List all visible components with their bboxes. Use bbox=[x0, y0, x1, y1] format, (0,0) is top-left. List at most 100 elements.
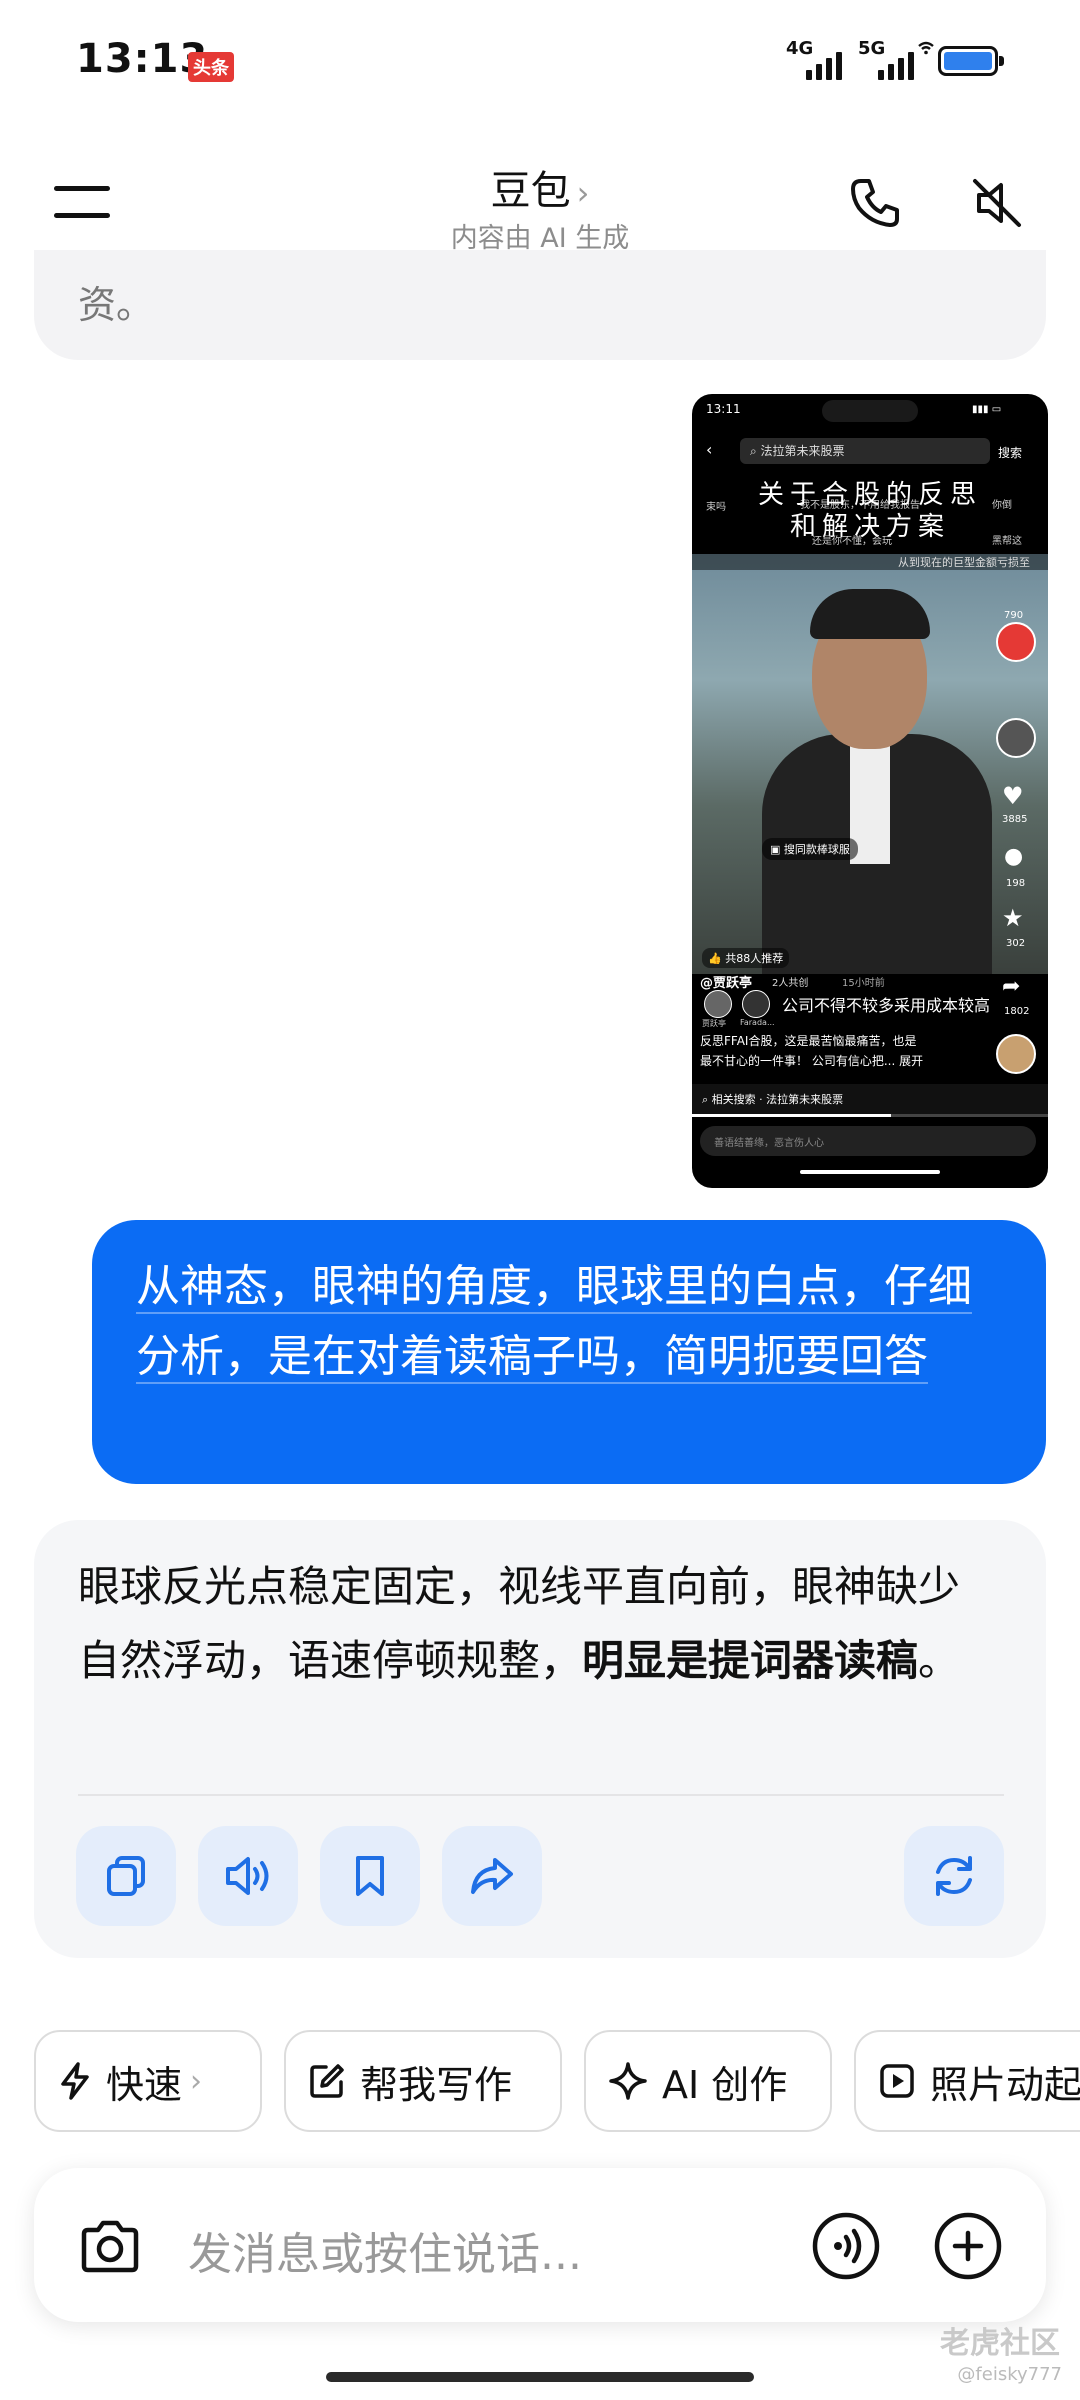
shot-home-indicator bbox=[800, 1170, 940, 1174]
watermark-brand: 老虎社区 bbox=[940, 2326, 1060, 2361]
previous-ai-message-text: 资。 bbox=[78, 283, 155, 327]
wifi-icon bbox=[918, 40, 934, 59]
chip-write[interactable]: 帮我写作 bbox=[284, 2030, 562, 2132]
shot-comment-icon: ● bbox=[1004, 844, 1024, 869]
shot-status-icons: ▮▮▮ ▭ bbox=[972, 404, 1002, 415]
shot-search-button: 搜索 bbox=[998, 446, 1023, 460]
shot-overlay-small-4: 黑帮这 bbox=[992, 536, 1022, 547]
shot-comment-placeholder: 善语结善缘，恶言伤人心 bbox=[714, 1138, 824, 1149]
shot-dynamic-island bbox=[822, 400, 918, 422]
shot-product-tag-text: 搜同款棒球服 bbox=[783, 843, 850, 856]
shot-author: @贾跃亭 bbox=[700, 976, 753, 991]
previous-ai-message bbox=[34, 250, 1046, 360]
attached-screenshot-image[interactable]: 13:11 ▮▮▮ ▭ ‹ ⌕ 法拉第未来股票 搜索 束吗 我不是股东，不用给我… bbox=[692, 394, 1048, 1188]
share-button[interactable] bbox=[442, 1826, 542, 1926]
shot-comments: 198 bbox=[1006, 878, 1026, 889]
shot-caption-sub: 公司不得不较多采用成本较高 bbox=[782, 996, 991, 1015]
shot-search-query: 法拉第未来股票 bbox=[760, 444, 845, 458]
shot-time: 13:11 bbox=[706, 402, 741, 416]
phone-icon bbox=[851, 179, 899, 227]
shot-author-avatar bbox=[996, 718, 1036, 758]
shot-product-tag: ▣ 搜同款棒球服 bbox=[762, 838, 858, 860]
shot-search-box: ⌕ 法拉第未来股票 bbox=[740, 438, 990, 464]
copy-icon bbox=[107, 1856, 145, 1896]
shot-music-disc-icon bbox=[996, 1034, 1036, 1074]
chip-animate-photo[interactable]: 照片动起 bbox=[854, 2030, 1080, 2132]
bookmark-icon bbox=[356, 1856, 384, 1896]
mute-button[interactable] bbox=[962, 168, 1032, 238]
chip-animate-photo-label: 照片动起 bbox=[930, 2062, 1080, 2107]
shot-person-hair bbox=[810, 589, 930, 639]
chip-fast-label: 快速 bbox=[106, 2062, 183, 2107]
signal-5g: 5G bbox=[858, 38, 914, 80]
shot-recommend-text: 共88人推荐 bbox=[725, 952, 784, 965]
chip-ai-create[interactable]: AI 创作 bbox=[584, 2030, 832, 2132]
signal-bars-icon bbox=[878, 52, 914, 80]
home-indicator[interactable] bbox=[326, 2372, 754, 2382]
chip-ai-create-label: AI 创作 bbox=[662, 2062, 788, 2107]
news-badge: 头条 bbox=[188, 52, 234, 82]
shot-time-ago: 15小时前 bbox=[842, 978, 885, 989]
chip-write-label: 帮我写作 bbox=[360, 2062, 513, 2107]
shot-desc-1: 反思FFAI合股，这是最苦恼最痛苦，也是 bbox=[700, 1034, 917, 1048]
shot-likes: 3885 bbox=[1002, 814, 1028, 825]
chat-title-text: 豆包 bbox=[490, 168, 571, 214]
voice-wave-icon bbox=[812, 2212, 880, 2280]
shot-avatar-2 bbox=[742, 990, 770, 1018]
chevron-right-icon: › bbox=[190, 2063, 203, 2099]
camera-icon bbox=[81, 2220, 139, 2273]
read-aloud-button[interactable] bbox=[198, 1826, 298, 1926]
shot-comment-input: 善语结善缘，恶言伤人心 bbox=[700, 1126, 1036, 1156]
ai-reply-bold: 明显是提词器读稿 bbox=[582, 1636, 919, 1685]
copy-button[interactable] bbox=[76, 1826, 176, 1926]
regenerate-button[interactable] bbox=[904, 1826, 1004, 1926]
plus-circle-icon bbox=[934, 2212, 1002, 2280]
user-message-content: 从神态，眼神的角度，眼球里的白点，仔细分析，是在对着读稿子吗，简明扼要回答 bbox=[136, 1261, 972, 1384]
shot-avatar-name-1: 贾跃亭 bbox=[702, 1019, 726, 1028]
shot-star-icon: ★ bbox=[1002, 904, 1024, 932]
shot-back-icon: ‹ bbox=[706, 440, 713, 459]
phone-call-button[interactable] bbox=[840, 168, 910, 238]
shot-gift-icon bbox=[996, 622, 1036, 662]
shot-recommend: 👍 共88人推荐 bbox=[702, 948, 790, 968]
shot-progress-fill bbox=[692, 1114, 892, 1117]
shot-related-search: ⌕ 相关搜索 · 法拉第未来股票 bbox=[692, 1084, 1048, 1114]
ai-reply-divider bbox=[78, 1794, 1004, 1796]
sparkle-icon bbox=[609, 2062, 647, 2100]
shot-like-icon: ♥ bbox=[1002, 782, 1024, 810]
shot-related-search-label: 相关搜索 · 法拉第未来股票 bbox=[711, 1093, 844, 1106]
shot-avatar-1 bbox=[704, 990, 732, 1018]
signal-bars-icon bbox=[806, 52, 842, 80]
camera-button[interactable] bbox=[72, 2208, 148, 2284]
add-attachment-button[interactable] bbox=[930, 2208, 1006, 2284]
ai-reply-end: 。 bbox=[918, 1636, 961, 1685]
bookmark-button[interactable] bbox=[320, 1826, 420, 1926]
shot-avatar-name-2: Farada... bbox=[740, 1018, 775, 1027]
battery-icon bbox=[938, 46, 1004, 76]
shot-shares: 1802 bbox=[1004, 1006, 1030, 1017]
speaker-icon bbox=[226, 1857, 269, 1895]
chip-fast[interactable]: 快速 › bbox=[34, 2030, 262, 2132]
lightning-icon bbox=[61, 2062, 89, 2100]
chevron-right-icon: › bbox=[576, 174, 590, 212]
shot-favorites: 302 bbox=[1006, 938, 1026, 949]
shot-overlay-small-2: 还是你不懂，会玩 bbox=[812, 536, 892, 547]
chat-title[interactable]: 豆包 › bbox=[0, 158, 1080, 216]
shot-coauthor: 2人共创 bbox=[772, 978, 809, 989]
shot-overlay-subtitle: 从到现在的巨型金额亏损至 bbox=[692, 554, 1048, 570]
shot-desc-2: 最不甘心的一件事！ 公司有信心把... 展开 bbox=[700, 1054, 924, 1068]
watermark-user: @feisky777 bbox=[957, 2364, 1062, 2385]
shot-related-search-text: ⌕ 相关搜索 · 法拉第未来股票 bbox=[702, 1093, 844, 1106]
voice-call-button[interactable] bbox=[808, 2208, 884, 2284]
signal-4g: 4G bbox=[786, 38, 842, 80]
shot-gift-count: 790 bbox=[1004, 610, 1024, 621]
message-input[interactable]: 发消息或按住说话... bbox=[188, 2218, 582, 2282]
speaker-muted-icon bbox=[973, 179, 1021, 227]
play-icon bbox=[880, 2064, 914, 2098]
edit-icon bbox=[310, 2064, 344, 2098]
ai-reply-text: 眼球反光点稳定固定，视线平直向前，眼神缺少自然浮动，语速停顿规整，明显是提词器读… bbox=[78, 1550, 998, 1698]
shot-progress-track bbox=[692, 1114, 1048, 1117]
shot-share-icon: ➦ bbox=[1002, 974, 1021, 999]
user-message-text: 从神态，眼神的角度，眼球里的白点，仔细分析，是在对着读稿子吗，简明扼要回答 bbox=[136, 1252, 1006, 1392]
regenerate-icon bbox=[936, 1856, 972, 1896]
